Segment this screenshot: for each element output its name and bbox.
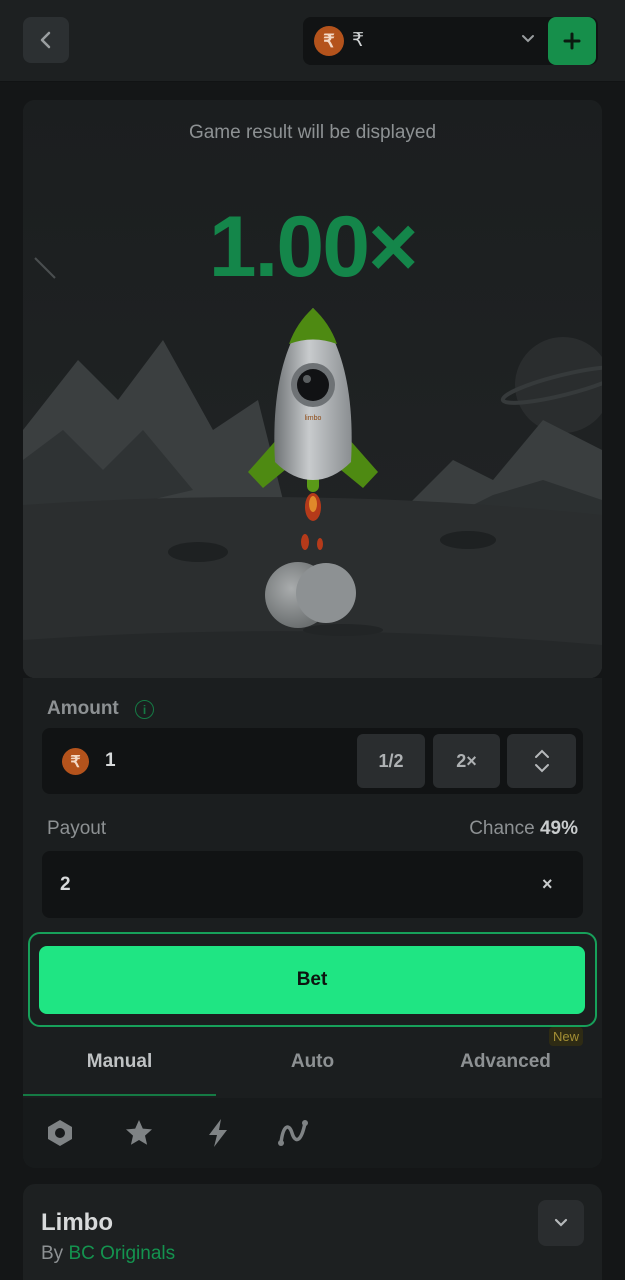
tab-auto[interactable]: Auto [216,1033,409,1095]
currency-selector[interactable]: ₹ ₹ [303,17,598,65]
expand-button[interactable] [538,1200,584,1246]
tab-manual[interactable]: Manual [23,1033,216,1095]
new-badge: New [549,1027,584,1046]
payout-value[interactable]: 2 [60,874,71,896]
amount-input[interactable]: ₹ 1 1/2 2× [42,728,583,794]
chevron-down-icon [554,1218,568,1227]
game-title: Limbo [41,1209,113,1236]
tool-row [23,1098,602,1168]
amount-value[interactable]: 1 [105,750,116,772]
lightning-icon [209,1119,227,1147]
chance-label: Chance [469,818,535,839]
bet-button[interactable]: Bet [39,946,585,1014]
mode-tabs: Manual Auto Advanced [23,1033,602,1098]
payout-label: Payout [47,818,107,839]
rupee-coin-icon: ₹ [62,748,89,775]
hotkeys-button[interactable] [200,1115,236,1151]
fairness-button[interactable] [42,1115,78,1151]
chevron-down-icon[interactable] [534,763,550,773]
chevron-left-icon [40,31,51,49]
info-icon[interactable]: i [135,700,154,719]
amount-stepper[interactable] [507,734,576,788]
curve-icon [278,1120,308,1146]
game-info-card: Limbo By BC Originals [23,1184,602,1280]
multiplier-suffix: × [542,874,553,894]
payout-input[interactable]: 2 × [42,851,583,918]
result-text: Game result will be displayed [188,122,437,143]
hexagon-icon [48,1120,72,1146]
provider-link[interactable]: BC Originals [68,1243,175,1264]
win-chance: Chance 49% [469,818,578,840]
amount-label: Amount [47,698,119,719]
currency-symbol: ₹ [352,30,365,51]
back-button[interactable] [23,17,69,63]
double-amount-button[interactable]: 2× [433,734,500,788]
plus-icon [563,32,581,50]
rocket-logo: limbo [305,415,322,422]
rupee-coin-icon: ₹ [314,26,344,56]
multiplier-display: 1.00× [208,199,419,295]
top-bar: ₹ ₹ [0,0,625,82]
star-icon [126,1120,152,1145]
active-tab-indicator [23,1094,216,1096]
add-funds-button[interactable] [548,17,596,65]
by-prefix: By [41,1243,64,1264]
favorite-button[interactable] [121,1115,157,1151]
bet-panel: Amount i ₹ 1 1/2 2× Payout Chance 49% 2 … [23,678,602,1168]
live-stats-button[interactable] [275,1115,311,1151]
half-amount-button[interactable]: 1/2 [357,734,425,788]
provider-line: By BC Originals [41,1243,175,1265]
chance-value: 49% [539,818,578,839]
chevron-down-icon [522,35,534,43]
moon-scene: limbo [23,100,602,678]
game-area: limbo Game result will be displayed 1.00… [23,100,602,678]
chevron-up-icon[interactable] [534,749,550,759]
